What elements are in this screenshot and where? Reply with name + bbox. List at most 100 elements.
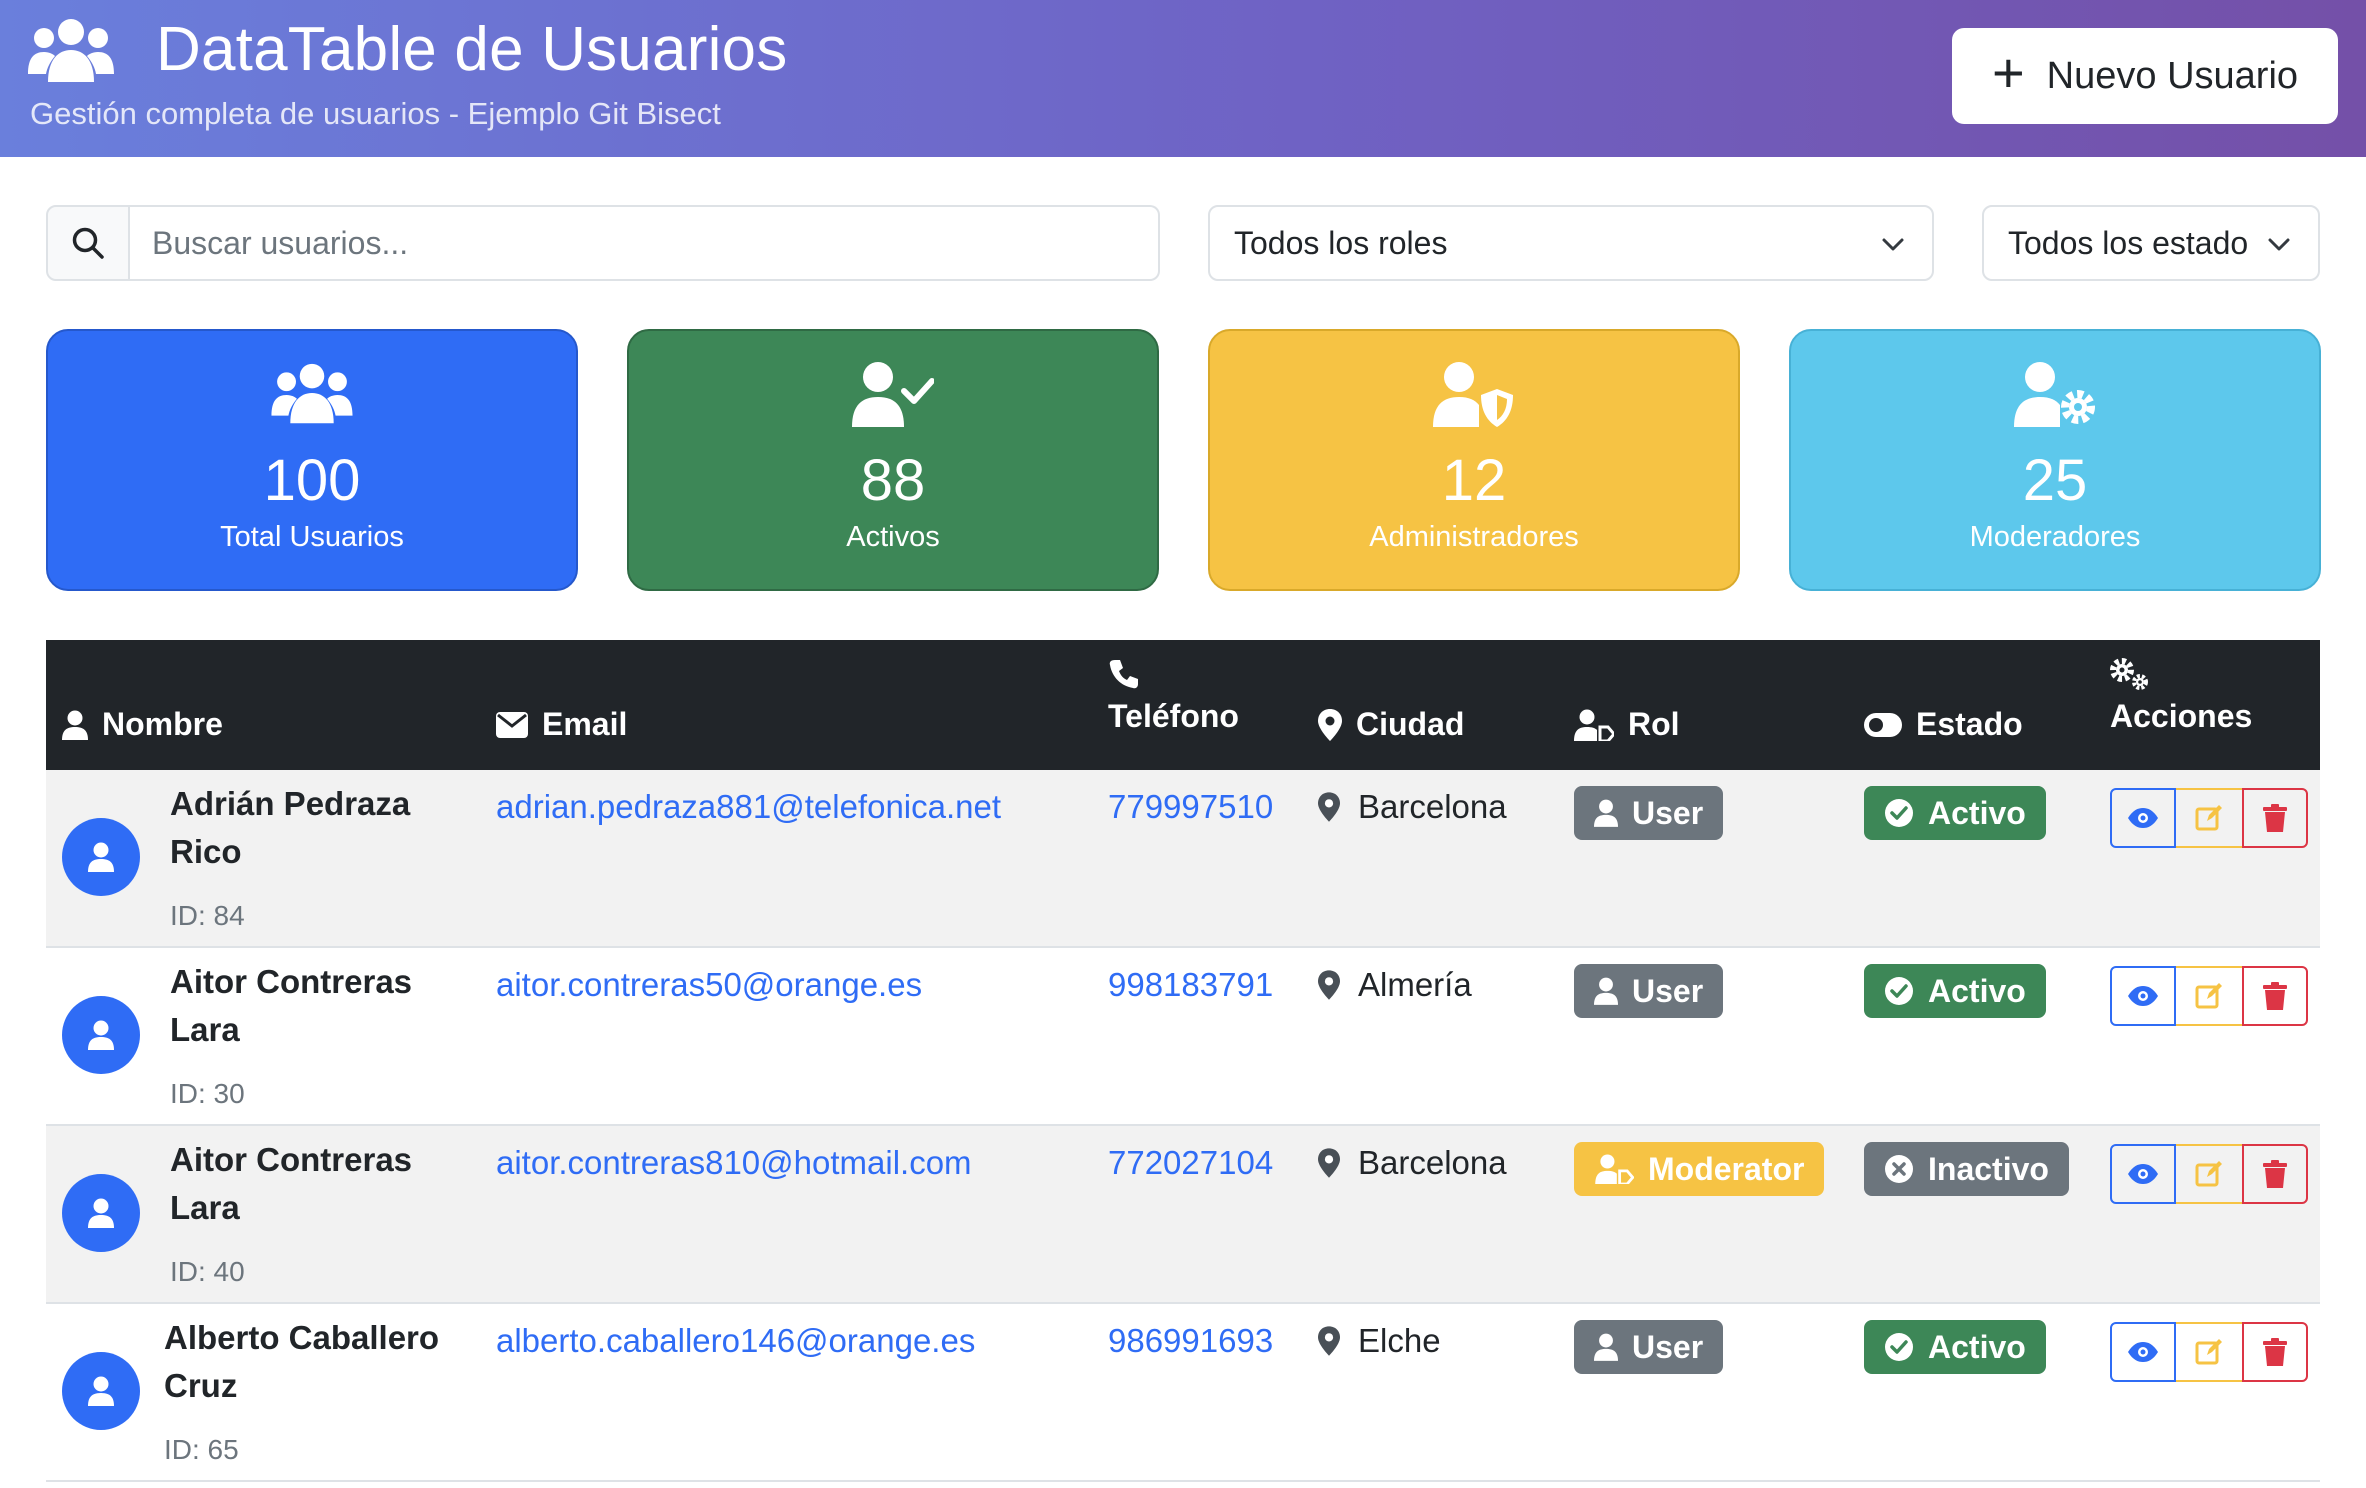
table-header: Nombre Email Teléfono Ciudad Rol Estado … [46, 640, 2320, 770]
table-row: Alberto Caballero Cruz ID: 65 alberto.ca… [46, 1304, 2320, 1482]
search-icon [72, 227, 104, 259]
user-icon [88, 1198, 114, 1228]
user-icon [1594, 799, 1618, 827]
page-header: DataTable de Usuarios Gestión completa d… [0, 0, 2366, 157]
trash-icon [2263, 804, 2287, 832]
new-user-button[interactable]: + Nuevo Usuario [1952, 28, 2338, 124]
delete-button[interactable] [2242, 966, 2308, 1026]
user-email-link[interactable]: adrian.pedraza881@telefonica.net [496, 788, 1001, 826]
users-table: Nombre Email Teléfono Ciudad Rol Estado … [46, 640, 2320, 1482]
user-icon [1594, 1333, 1618, 1361]
envelope-icon [496, 711, 528, 738]
map-marker-icon [1318, 970, 1340, 1000]
user-name: Alberto Caballero Cruz [164, 1319, 440, 1404]
status-badge: Activo [1864, 786, 2046, 840]
column-header-phone[interactable]: Teléfono [1108, 658, 1239, 735]
row-actions [2110, 1322, 2308, 1382]
users-icon [271, 363, 353, 424]
user-city: Almería [1318, 966, 1472, 1004]
user-icon [88, 842, 114, 872]
table-row: Aitor Contreras Lara ID: 40 aitor.contre… [46, 1126, 2320, 1304]
eye-icon [2128, 808, 2158, 828]
map-marker-icon [1318, 708, 1342, 741]
stat-card-admins: 12 Administradores [1208, 329, 1740, 591]
user-name: Adrián Pedraza Rico [170, 785, 411, 870]
user-icon [88, 1376, 114, 1406]
stat-label: Total Usuarios [220, 521, 404, 553]
user-email-link[interactable]: aitor.contreras810@hotmail.com [496, 1144, 972, 1182]
user-email-link[interactable]: aitor.contreras50@orange.es [496, 966, 922, 1004]
new-user-button-label: Nuevo Usuario [2046, 54, 2299, 97]
avatar [62, 1174, 140, 1252]
page-title: DataTable de Usuarios [156, 15, 788, 84]
status-badge: Activo [1864, 1320, 2046, 1374]
delete-button[interactable] [2242, 788, 2308, 848]
user-id: ID: 84 [170, 900, 245, 931]
delete-button[interactable] [2242, 1322, 2308, 1382]
view-button[interactable] [2110, 1144, 2176, 1204]
view-button[interactable] [2110, 788, 2176, 848]
edit-button[interactable] [2176, 1144, 2242, 1204]
view-button[interactable] [2110, 966, 2176, 1026]
eye-icon [2128, 1342, 2158, 1362]
row-actions [2110, 1144, 2308, 1204]
check-circle-icon [1885, 977, 1913, 1005]
user-id: ID: 65 [164, 1434, 239, 1465]
user-gear-icon [2014, 362, 2095, 427]
trash-icon [2263, 1160, 2287, 1188]
user-icon [62, 710, 88, 740]
plus-icon: + [1991, 41, 2025, 104]
user-name: Aitor Contreras Lara [170, 1141, 413, 1226]
stat-value: 88 [860, 448, 926, 513]
user-phone-link[interactable]: 986991693 [1108, 1322, 1273, 1360]
edit-icon [2195, 1339, 2222, 1365]
delete-button[interactable] [2242, 1144, 2308, 1204]
view-button[interactable] [2110, 1322, 2176, 1382]
user-city: Elche [1318, 1322, 1441, 1360]
stat-card-moderators: 25 Moderadores [1789, 329, 2321, 591]
column-header-city[interactable]: Ciudad [1318, 706, 1464, 743]
stat-label: Activos [846, 521, 940, 553]
avatar [62, 818, 140, 896]
edit-button[interactable] [2176, 1322, 2242, 1382]
avatar [62, 1352, 140, 1430]
user-id: ID: 30 [170, 1078, 245, 1109]
role-badge: User [1574, 1320, 1724, 1374]
column-header-role[interactable]: Rol [1574, 706, 1680, 743]
role-filter-value: Todos los roles [1234, 224, 1448, 261]
user-icon [1594, 977, 1618, 1005]
column-header-name[interactable]: Nombre [62, 706, 223, 743]
edit-icon [2195, 1161, 2222, 1187]
map-marker-icon [1318, 792, 1340, 822]
user-icon [88, 1020, 114, 1050]
user-id: ID: 40 [170, 1256, 245, 1287]
edit-icon [2195, 983, 2222, 1009]
table-body: Adrián Pedraza Rico ID: 84 adrian.pedraz… [46, 770, 2320, 1482]
check-circle-icon [1885, 1333, 1913, 1361]
times-circle-icon [1885, 1155, 1913, 1183]
role-filter-select[interactable]: Todos los roles [1208, 205, 1934, 281]
user-phone-link[interactable]: 772027104 [1108, 1144, 1273, 1182]
column-header-email[interactable]: Email [496, 706, 627, 743]
stat-value: 25 [2022, 448, 2088, 513]
table-row: Aitor Contreras Lara ID: 30 aitor.contre… [46, 948, 2320, 1126]
column-header-status[interactable]: Estado [1864, 706, 2023, 743]
user-phone-link[interactable]: 998183791 [1108, 966, 1273, 1004]
row-actions [2110, 966, 2308, 1026]
stat-label: Moderadores [1969, 521, 2141, 553]
edit-button[interactable] [2176, 788, 2242, 848]
role-badge: Moderator [1574, 1142, 1825, 1196]
user-tag-icon [1595, 1154, 1634, 1184]
avatar [62, 996, 140, 1074]
gears-icon [2110, 658, 2148, 690]
trash-icon [2263, 982, 2287, 1010]
page-subtitle: Gestión completa de usuarios - Ejemplo G… [30, 96, 721, 131]
search-input[interactable] [130, 205, 1160, 281]
user-phone-link[interactable]: 779997510 [1108, 788, 1273, 826]
user-city: Barcelona [1318, 788, 1507, 826]
chevron-down-icon [2268, 238, 2290, 251]
edit-button[interactable] [2176, 966, 2242, 1026]
user-email-link[interactable]: alberto.caballero146@orange.es [496, 1322, 975, 1360]
status-filter-select[interactable]: Todos los estados [1982, 205, 2320, 281]
trash-icon [2263, 1338, 2287, 1366]
